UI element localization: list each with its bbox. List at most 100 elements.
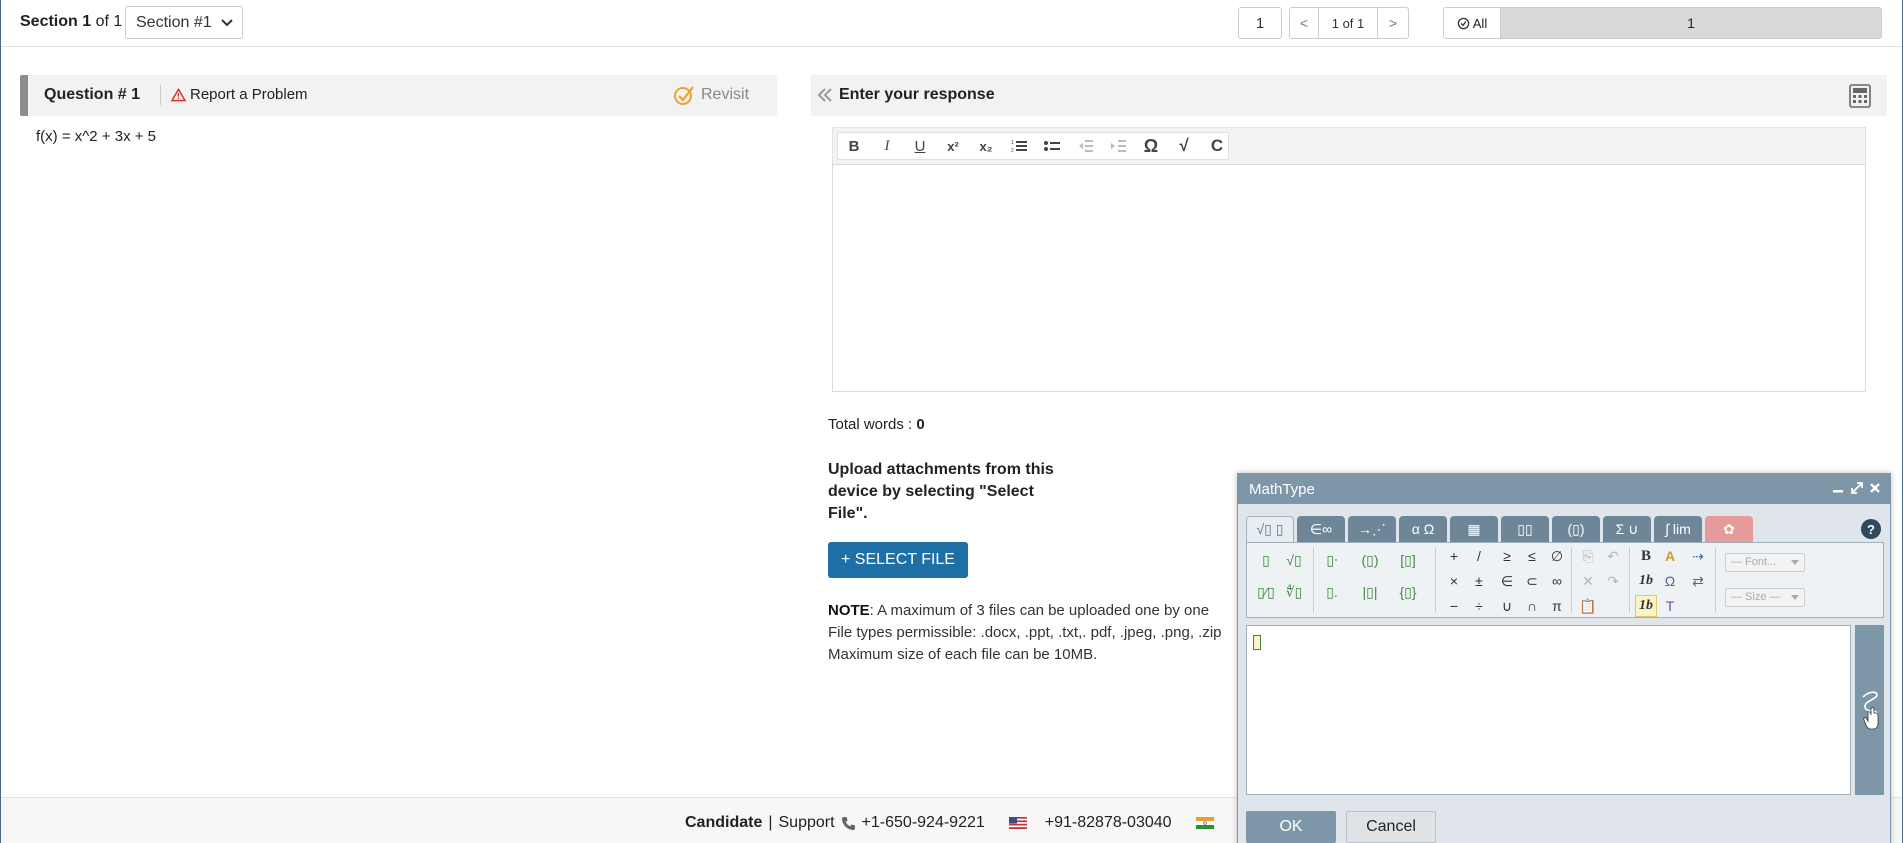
- report-problem-label: Report a Problem: [190, 86, 308, 103]
- outdent-icon: [1079, 140, 1093, 152]
- tab-scripts[interactable]: ▯▯: [1501, 516, 1549, 542]
- tab-arrows[interactable]: →⋰: [1348, 516, 1396, 542]
- math-mode-icon[interactable]: 1b: [1635, 595, 1657, 617]
- italic-math-icon[interactable]: 1b: [1635, 570, 1657, 592]
- tab-symbols[interactable]: ∈∞: [1297, 516, 1345, 542]
- response-editor[interactable]: [832, 164, 1866, 392]
- palette-divider: [1313, 547, 1314, 613]
- increase-indent-button[interactable]: [1105, 134, 1131, 158]
- tab-greek[interactable]: α Ω: [1399, 516, 1447, 542]
- tab-matrices[interactable]: ▦: [1450, 516, 1498, 542]
- bevelled-fraction-icon[interactable]: ▯⁄▯: [1255, 581, 1277, 603]
- greater-equal-icon[interactable]: ≥: [1496, 545, 1518, 567]
- absolute-value-icon[interactable]: |▯|: [1359, 581, 1381, 603]
- rtl-icon[interactable]: ⇢: [1687, 545, 1709, 567]
- help-icon[interactable]: ?: [1861, 519, 1881, 539]
- section-number: 1: [82, 13, 92, 30]
- mathtype-title-bar[interactable]: MathType: [1238, 474, 1890, 504]
- text-color-icon[interactable]: A: [1659, 545, 1681, 567]
- times-icon[interactable]: ×: [1443, 570, 1465, 592]
- formula-input-area[interactable]: [1246, 625, 1851, 795]
- bold-icon[interactable]: B: [1635, 545, 1657, 567]
- parentheses-icon[interactable]: (▯): [1359, 549, 1381, 571]
- infinity-icon[interactable]: ∞: [1546, 570, 1568, 592]
- special-char-button[interactable]: Ω: [1138, 134, 1164, 158]
- revisit-label: Revisit: [701, 86, 750, 103]
- bullet-list-button[interactable]: [1039, 134, 1065, 158]
- square-brackets-icon[interactable]: [▯]: [1397, 549, 1419, 571]
- size-select-placeholder: — Size —: [1731, 591, 1781, 603]
- curly-brackets-icon[interactable]: {▯}: [1397, 581, 1419, 603]
- calculator-icon[interactable]: [1849, 84, 1871, 108]
- cancel-button[interactable]: Cancel: [1346, 811, 1436, 843]
- math-equation-button[interactable]: √: [1171, 134, 1197, 158]
- decrease-indent-button[interactable]: [1072, 134, 1098, 158]
- question-nav-item-1[interactable]: 1: [1500, 7, 1882, 39]
- tab-brackets[interactable]: (▯): [1552, 516, 1600, 542]
- section-select[interactable]: Section #1: [125, 6, 243, 39]
- chemistry-button[interactable]: C: [1204, 134, 1230, 158]
- tab-large-operators[interactable]: Σ ∪: [1603, 516, 1651, 542]
- plus-minus-icon[interactable]: ±: [1468, 570, 1490, 592]
- font-size-select[interactable]: — Size —: [1725, 588, 1805, 607]
- all-questions-button[interactable]: All: [1443, 7, 1501, 39]
- plus-icon[interactable]: +: [1443, 545, 1465, 567]
- less-equal-icon[interactable]: ≤: [1521, 545, 1543, 567]
- response-header: Enter your response: [811, 75, 1887, 116]
- upload-instructions: Upload attachments from this device by s…: [828, 461, 1054, 522]
- handwriting-toggle[interactable]: [1855, 625, 1884, 795]
- upload-note: NOTE: A maximum of 3 files can be upload…: [828, 600, 1238, 666]
- warning-icon: [171, 87, 186, 101]
- next-page-button[interactable]: >: [1377, 7, 1409, 39]
- page-number-input[interactable]: 1: [1238, 7, 1282, 39]
- nth-root-icon[interactable]: ∜▯: [1283, 581, 1305, 603]
- indent-icon: [1111, 140, 1126, 152]
- maximize-icon[interactable]: [1850, 480, 1864, 496]
- empty-set-icon[interactable]: ∅: [1546, 545, 1568, 567]
- slash-icon[interactable]: /: [1468, 545, 1490, 567]
- undo-icon[interactable]: ↶: [1602, 545, 1624, 567]
- italic-button[interactable]: I: [874, 134, 900, 158]
- square-root-icon[interactable]: √▯: [1283, 549, 1305, 571]
- divide-icon[interactable]: ÷: [1468, 595, 1490, 617]
- select-file-button[interactable]: + SELECT FILE: [828, 542, 968, 578]
- exam-page: Section 1 of 1 Section #1 1 < 1 of 1 > A…: [0, 0, 1903, 843]
- superscript-icon[interactable]: ▯ᐧ: [1321, 549, 1343, 571]
- collapse-chevron-icon[interactable]: [815, 85, 835, 105]
- minus-icon[interactable]: −: [1443, 595, 1465, 617]
- prev-page-button[interactable]: <: [1289, 7, 1319, 39]
- cut-icon[interactable]: ✕: [1577, 570, 1599, 592]
- element-of-icon[interactable]: ∈: [1496, 570, 1518, 592]
- subscript-button[interactable]: x₂: [973, 134, 999, 158]
- line-break-icon[interactable]: ⇄: [1687, 570, 1709, 592]
- superscript-button[interactable]: x²: [940, 134, 966, 158]
- bold-button[interactable]: B: [841, 134, 867, 158]
- text-mode-icon[interactable]: T: [1659, 595, 1681, 617]
- pi-icon[interactable]: π: [1546, 595, 1568, 617]
- tab-general[interactable]: √▯ ▯: [1246, 516, 1294, 542]
- font-family-select[interactable]: — Font...: [1725, 553, 1805, 572]
- intersection-icon[interactable]: ∩: [1521, 595, 1543, 617]
- underline-button[interactable]: U: [907, 134, 933, 158]
- fraction-icon[interactable]: ▯: [1255, 549, 1277, 571]
- tab-chemistry[interactable]: ✿: [1705, 516, 1753, 542]
- ok-button[interactable]: OK: [1246, 811, 1336, 843]
- report-problem-link[interactable]: Report a Problem: [171, 86, 308, 103]
- special-char-icon[interactable]: Ω: [1659, 570, 1681, 592]
- subscript-icon[interactable]: ▯.: [1321, 581, 1343, 603]
- chevron-down-icon: [221, 19, 233, 27]
- revisit-button[interactable]: Revisit: [673, 84, 749, 106]
- svg-text:2: 2: [1011, 148, 1014, 153]
- tab-calculus[interactable]: ∫ lim: [1654, 516, 1702, 542]
- ordered-list-button[interactable]: 12: [1006, 134, 1032, 158]
- subset-icon[interactable]: ⊂: [1521, 570, 1543, 592]
- redo-icon[interactable]: ↷: [1602, 570, 1624, 592]
- copy-icon[interactable]: ⎘: [1577, 545, 1599, 567]
- paste-icon[interactable]: 📋: [1577, 595, 1599, 617]
- palette-divider: [1435, 547, 1436, 613]
- mathtype-tabs: √▯ ▯ ∈∞ →⋰ α Ω ▦ ▯▯ (▯) Σ ∪ ∫ lim ✿: [1246, 516, 1753, 542]
- minimize-icon[interactable]: [1831, 480, 1845, 496]
- union-icon[interactable]: ∪: [1496, 595, 1518, 617]
- word-count-label: Total words :: [828, 416, 913, 433]
- close-icon[interactable]: [1868, 480, 1882, 496]
